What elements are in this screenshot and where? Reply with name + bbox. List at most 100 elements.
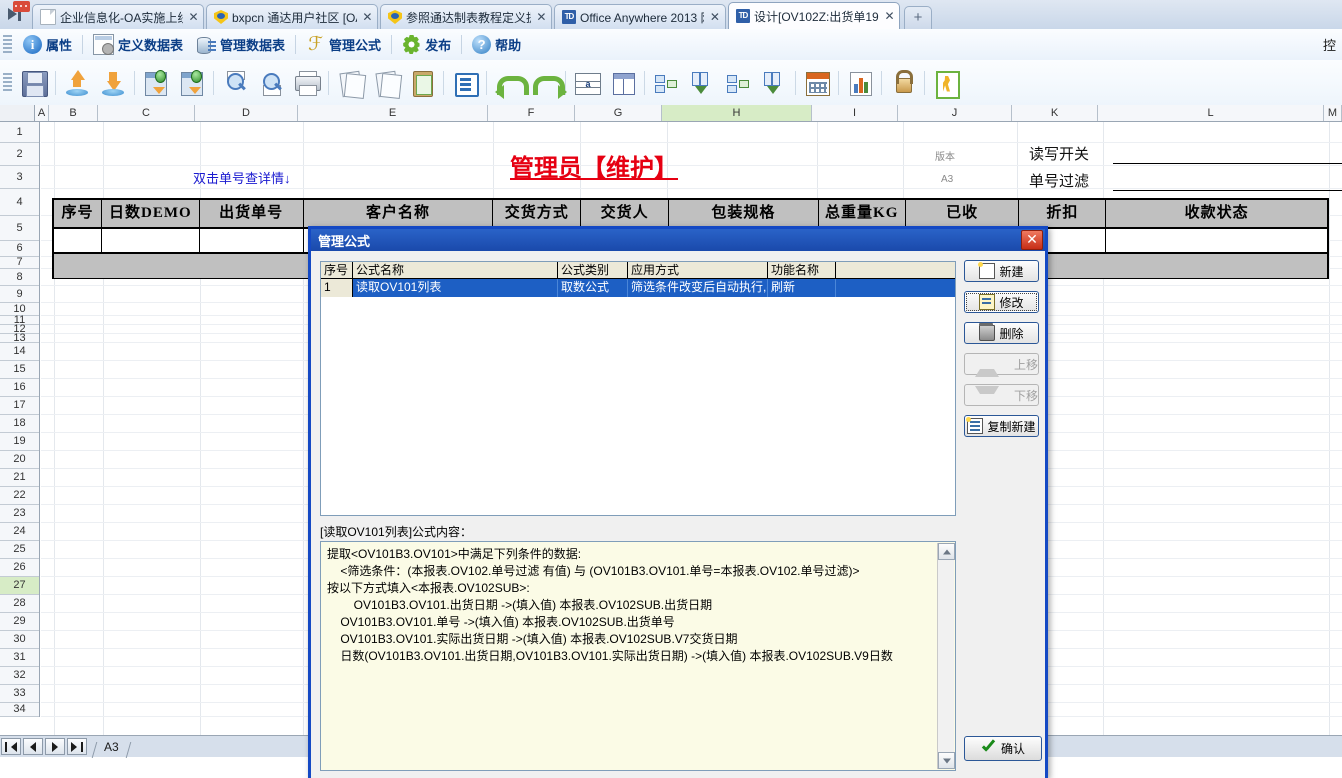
redo-icon[interactable]: [529, 68, 567, 99]
row-header-18[interactable]: 18: [0, 415, 39, 433]
dialog-button-2[interactable]: 修改: [964, 291, 1039, 313]
toolbar-manage-formula-button[interactable]: 管理公式: [299, 32, 388, 58]
row-header-2[interactable]: 2: [0, 143, 39, 166]
close-icon[interactable]: ✕: [884, 10, 895, 23]
row-header-29[interactable]: 29: [0, 613, 39, 631]
column-header-A[interactable]: A: [35, 105, 49, 121]
run-icon[interactable]: [931, 68, 961, 99]
column-header-E[interactable]: E: [298, 105, 488, 121]
row-header-13[interactable]: 13: [0, 333, 39, 344]
zoom-preview-icon[interactable]: [256, 68, 286, 98]
row-header-21[interactable]: 21: [0, 469, 39, 487]
select-all-corner[interactable]: [0, 105, 35, 121]
toolbar-gripper-icon[interactable]: [3, 34, 12, 55]
copy-icon[interactable]: [371, 68, 403, 99]
row-header-5[interactable]: 5: [0, 216, 39, 241]
split-columns-icon[interactable]: [608, 68, 638, 98]
row-header-23[interactable]: 23: [0, 505, 39, 523]
browser-tab-3[interactable]: 参照通达制表教程定义提取 ✕: [380, 4, 552, 29]
calendar-icon[interactable]: [802, 68, 832, 98]
column-header-M[interactable]: M: [1324, 105, 1342, 121]
dialog-button-6[interactable]: 复制新建: [964, 415, 1039, 437]
dialog-title-bar[interactable]: 管理公式 ✕: [311, 229, 1045, 251]
row-header-7[interactable]: 7: [0, 257, 39, 269]
print-preview-icon[interactable]: [220, 68, 250, 98]
row-header-16[interactable]: 16: [0, 379, 39, 397]
readwrite-switch-field[interactable]: [1113, 163, 1342, 164]
row-header-27[interactable]: 27: [0, 577, 39, 595]
close-icon[interactable]: ✕: [1021, 230, 1043, 250]
row-header-24[interactable]: 24: [0, 523, 39, 541]
row-header-33[interactable]: 33: [0, 685, 39, 703]
row-header-28[interactable]: 28: [0, 595, 39, 613]
row-header-6[interactable]: 6: [0, 241, 39, 257]
chart-icon[interactable]: [845, 68, 875, 98]
row-header-32[interactable]: 32: [0, 667, 39, 685]
column-header-L[interactable]: L: [1098, 105, 1324, 121]
column-header-B[interactable]: B: [49, 105, 98, 121]
formula-content-box[interactable]: 提取<OV101B3.OV101>中满足下列条件的数据: <筛选条件：(本报表.…: [320, 541, 956, 771]
row-header-19[interactable]: 19: [0, 433, 39, 451]
row-header-26[interactable]: 26: [0, 559, 39, 577]
browser-tab-1[interactable]: 企业信息化-OA实施上线-工 ✕: [32, 4, 204, 29]
dialog-button-3[interactable]: 删除: [964, 322, 1039, 344]
row-header-14[interactable]: 14: [0, 343, 39, 361]
undo-icon[interactable]: [493, 68, 529, 99]
export-page-icon[interactable]: [177, 68, 207, 98]
column-header-H[interactable]: H: [662, 105, 812, 121]
toolbar-properties-button[interactable]: 属性: [16, 32, 79, 58]
upload-icon[interactable]: [62, 68, 92, 98]
toolbar-help-button[interactable]: 帮助: [465, 32, 528, 58]
column-header-C[interactable]: C: [98, 105, 195, 121]
close-icon[interactable]: ✕: [536, 11, 547, 24]
row-header-30[interactable]: 30: [0, 631, 39, 649]
browser-home-button[interactable]: [4, 1, 30, 26]
report-cell-11[interactable]: [1106, 229, 1327, 252]
save-icon[interactable]: [19, 68, 49, 98]
new-tab-button[interactable]: +: [904, 6, 932, 29]
column-header-F[interactable]: F: [488, 105, 575, 121]
scroll-down-icon[interactable]: [938, 752, 955, 769]
lock-icon[interactable]: [888, 68, 918, 98]
filter-icon[interactable]: [759, 68, 789, 98]
row-header-20[interactable]: 20: [0, 451, 39, 469]
formula-content-scrollbar[interactable]: [937, 543, 955, 769]
toolbar-define-table-button[interactable]: 定义数据表: [86, 32, 190, 58]
import-page-icon[interactable]: [141, 68, 171, 98]
browser-tab-2[interactable]: bxpcn 通达用户社区 [OA论 ✕: [206, 4, 378, 29]
report-cell-1[interactable]: [54, 229, 102, 252]
format-icon[interactable]: [450, 68, 480, 98]
column-header-J[interactable]: J: [898, 105, 1012, 121]
row-header-8[interactable]: 8: [0, 269, 39, 286]
column-header-G[interactable]: G: [575, 105, 662, 121]
toolbar-manage-table-button[interactable]: 管理数据表: [190, 32, 292, 58]
scroll-up-icon[interactable]: [938, 543, 955, 560]
formula-col-header-4[interactable]: 应用方式: [628, 262, 768, 278]
column-header-I[interactable]: I: [812, 105, 898, 121]
row-header-3[interactable]: 3: [0, 166, 39, 189]
row-header-1[interactable]: 1: [0, 122, 39, 143]
first-sheet-button[interactable]: [1, 738, 21, 755]
browser-tab-4[interactable]: TD Office Anywhere 2013 网 ✕: [554, 4, 726, 29]
formula-col-header-1[interactable]: 序号: [321, 262, 353, 278]
indent-right-icon[interactable]: [723, 68, 753, 98]
close-icon[interactable]: ✕: [188, 11, 199, 24]
download-icon[interactable]: [98, 68, 128, 98]
formula-col-header-5[interactable]: 功能名称: [768, 262, 836, 278]
row-header-22[interactable]: 22: [0, 487, 39, 505]
row-header-9[interactable]: 9: [0, 286, 39, 303]
prev-sheet-button[interactable]: [23, 738, 43, 755]
close-icon[interactable]: ✕: [362, 11, 373, 24]
row-header-25[interactable]: 25: [0, 541, 39, 559]
order-filter-field[interactable]: [1113, 190, 1342, 191]
dialog-button-1[interactable]: 新建: [964, 260, 1039, 282]
row-header-15[interactable]: 15: [0, 361, 39, 379]
column-header-D[interactable]: D: [195, 105, 298, 121]
cut-icon[interactable]: [335, 68, 367, 99]
confirm-button[interactable]: 确认: [964, 736, 1042, 761]
indent-left-icon[interactable]: [651, 68, 681, 98]
row-header-17[interactable]: 17: [0, 397, 39, 415]
formula-col-header-3[interactable]: 公式类别: [558, 262, 628, 278]
column-header-K[interactable]: K: [1012, 105, 1098, 121]
print-icon[interactable]: [292, 68, 322, 98]
